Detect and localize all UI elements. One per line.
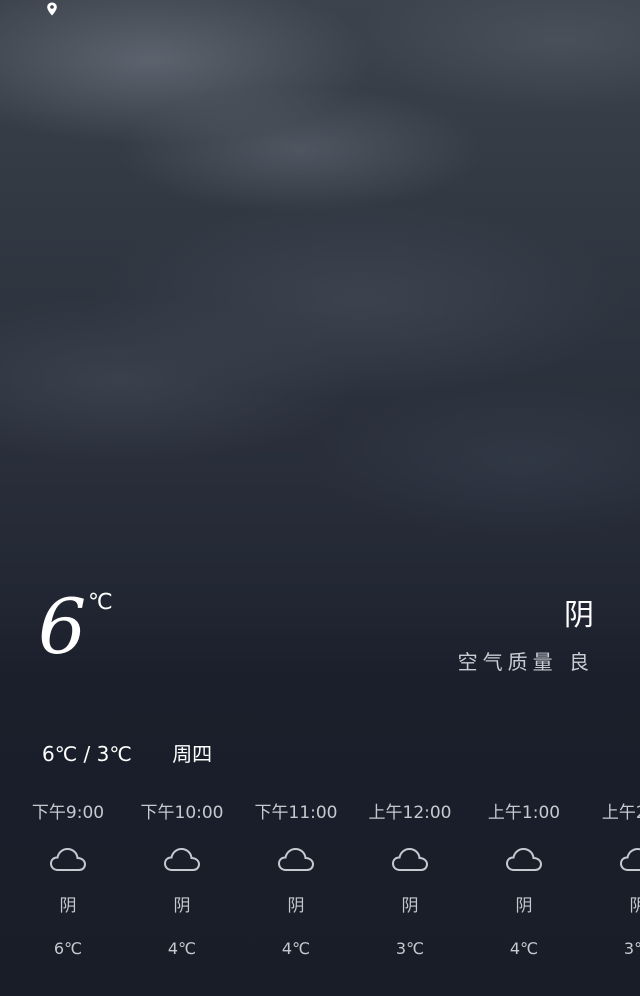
air-quality-label[interactable]: 空气质量 良	[458, 646, 594, 675]
hourly-time: 下午11:00	[254, 803, 338, 823]
today-weekday: 周四	[172, 742, 213, 766]
hourly-temperature: 4℃	[509, 939, 539, 958]
hourly-time: 下午10:00	[140, 803, 224, 823]
cloud-icon	[163, 847, 201, 871]
temperature-value: 6	[38, 582, 87, 671]
hourly-condition: 阴	[59, 896, 77, 916]
hourly-forecast[interactable]: 下午9:00 阴 6℃ 下午10:00 阴 4℃ 下午11:00 阴 4℃ 上午…	[0, 800, 640, 980]
hourly-condition: 阴	[401, 896, 419, 916]
hourly-item[interactable]: 上午2:00 阴 3℃	[578, 800, 640, 960]
hourly-temperature: 3℃	[623, 939, 640, 958]
hourly-condition: 阴	[515, 896, 533, 916]
hourly-temperature: 6℃	[53, 939, 83, 958]
cloud-icon	[505, 847, 543, 871]
hourly-temperature: 3℃	[395, 939, 425, 958]
hourly-time: 下午9:00	[31, 803, 105, 823]
hourly-condition: 阴	[287, 896, 305, 916]
hourly-time: 上午2:00	[601, 803, 640, 823]
temperature-unit: ℃	[88, 590, 113, 615]
today-temp-range: 6℃ / 3℃	[42, 742, 132, 766]
hourly-condition: 阴	[629, 896, 640, 916]
cloud-icon	[619, 847, 640, 871]
hourly-item[interactable]: 上午12:00 阴 3℃	[350, 800, 470, 960]
cloud-icon	[391, 847, 429, 871]
hourly-time: 上午12:00	[368, 803, 452, 823]
cloud-icon	[277, 847, 315, 871]
hourly-time: 上午1:00	[487, 803, 561, 823]
location-pin-icon[interactable]	[46, 2, 58, 16]
hourly-item[interactable]: 上午1:00 阴 4℃	[464, 800, 584, 960]
hourly-item[interactable]: 下午9:00 阴 6℃	[8, 800, 128, 960]
hourly-item[interactable]: 下午10:00 阴 4℃	[122, 800, 242, 960]
current-condition: 阴	[564, 598, 594, 633]
cloud-icon	[49, 847, 87, 871]
hourly-temperature: 4℃	[167, 939, 197, 958]
hourly-condition: 阴	[173, 896, 191, 916]
hourly-temperature: 4℃	[281, 939, 311, 958]
hourly-item[interactable]: 下午11:00 阴 4℃	[236, 800, 356, 960]
today-summary: 6℃ / 3℃ 周四	[42, 738, 212, 767]
current-temperature: 6 ℃	[38, 582, 113, 682]
